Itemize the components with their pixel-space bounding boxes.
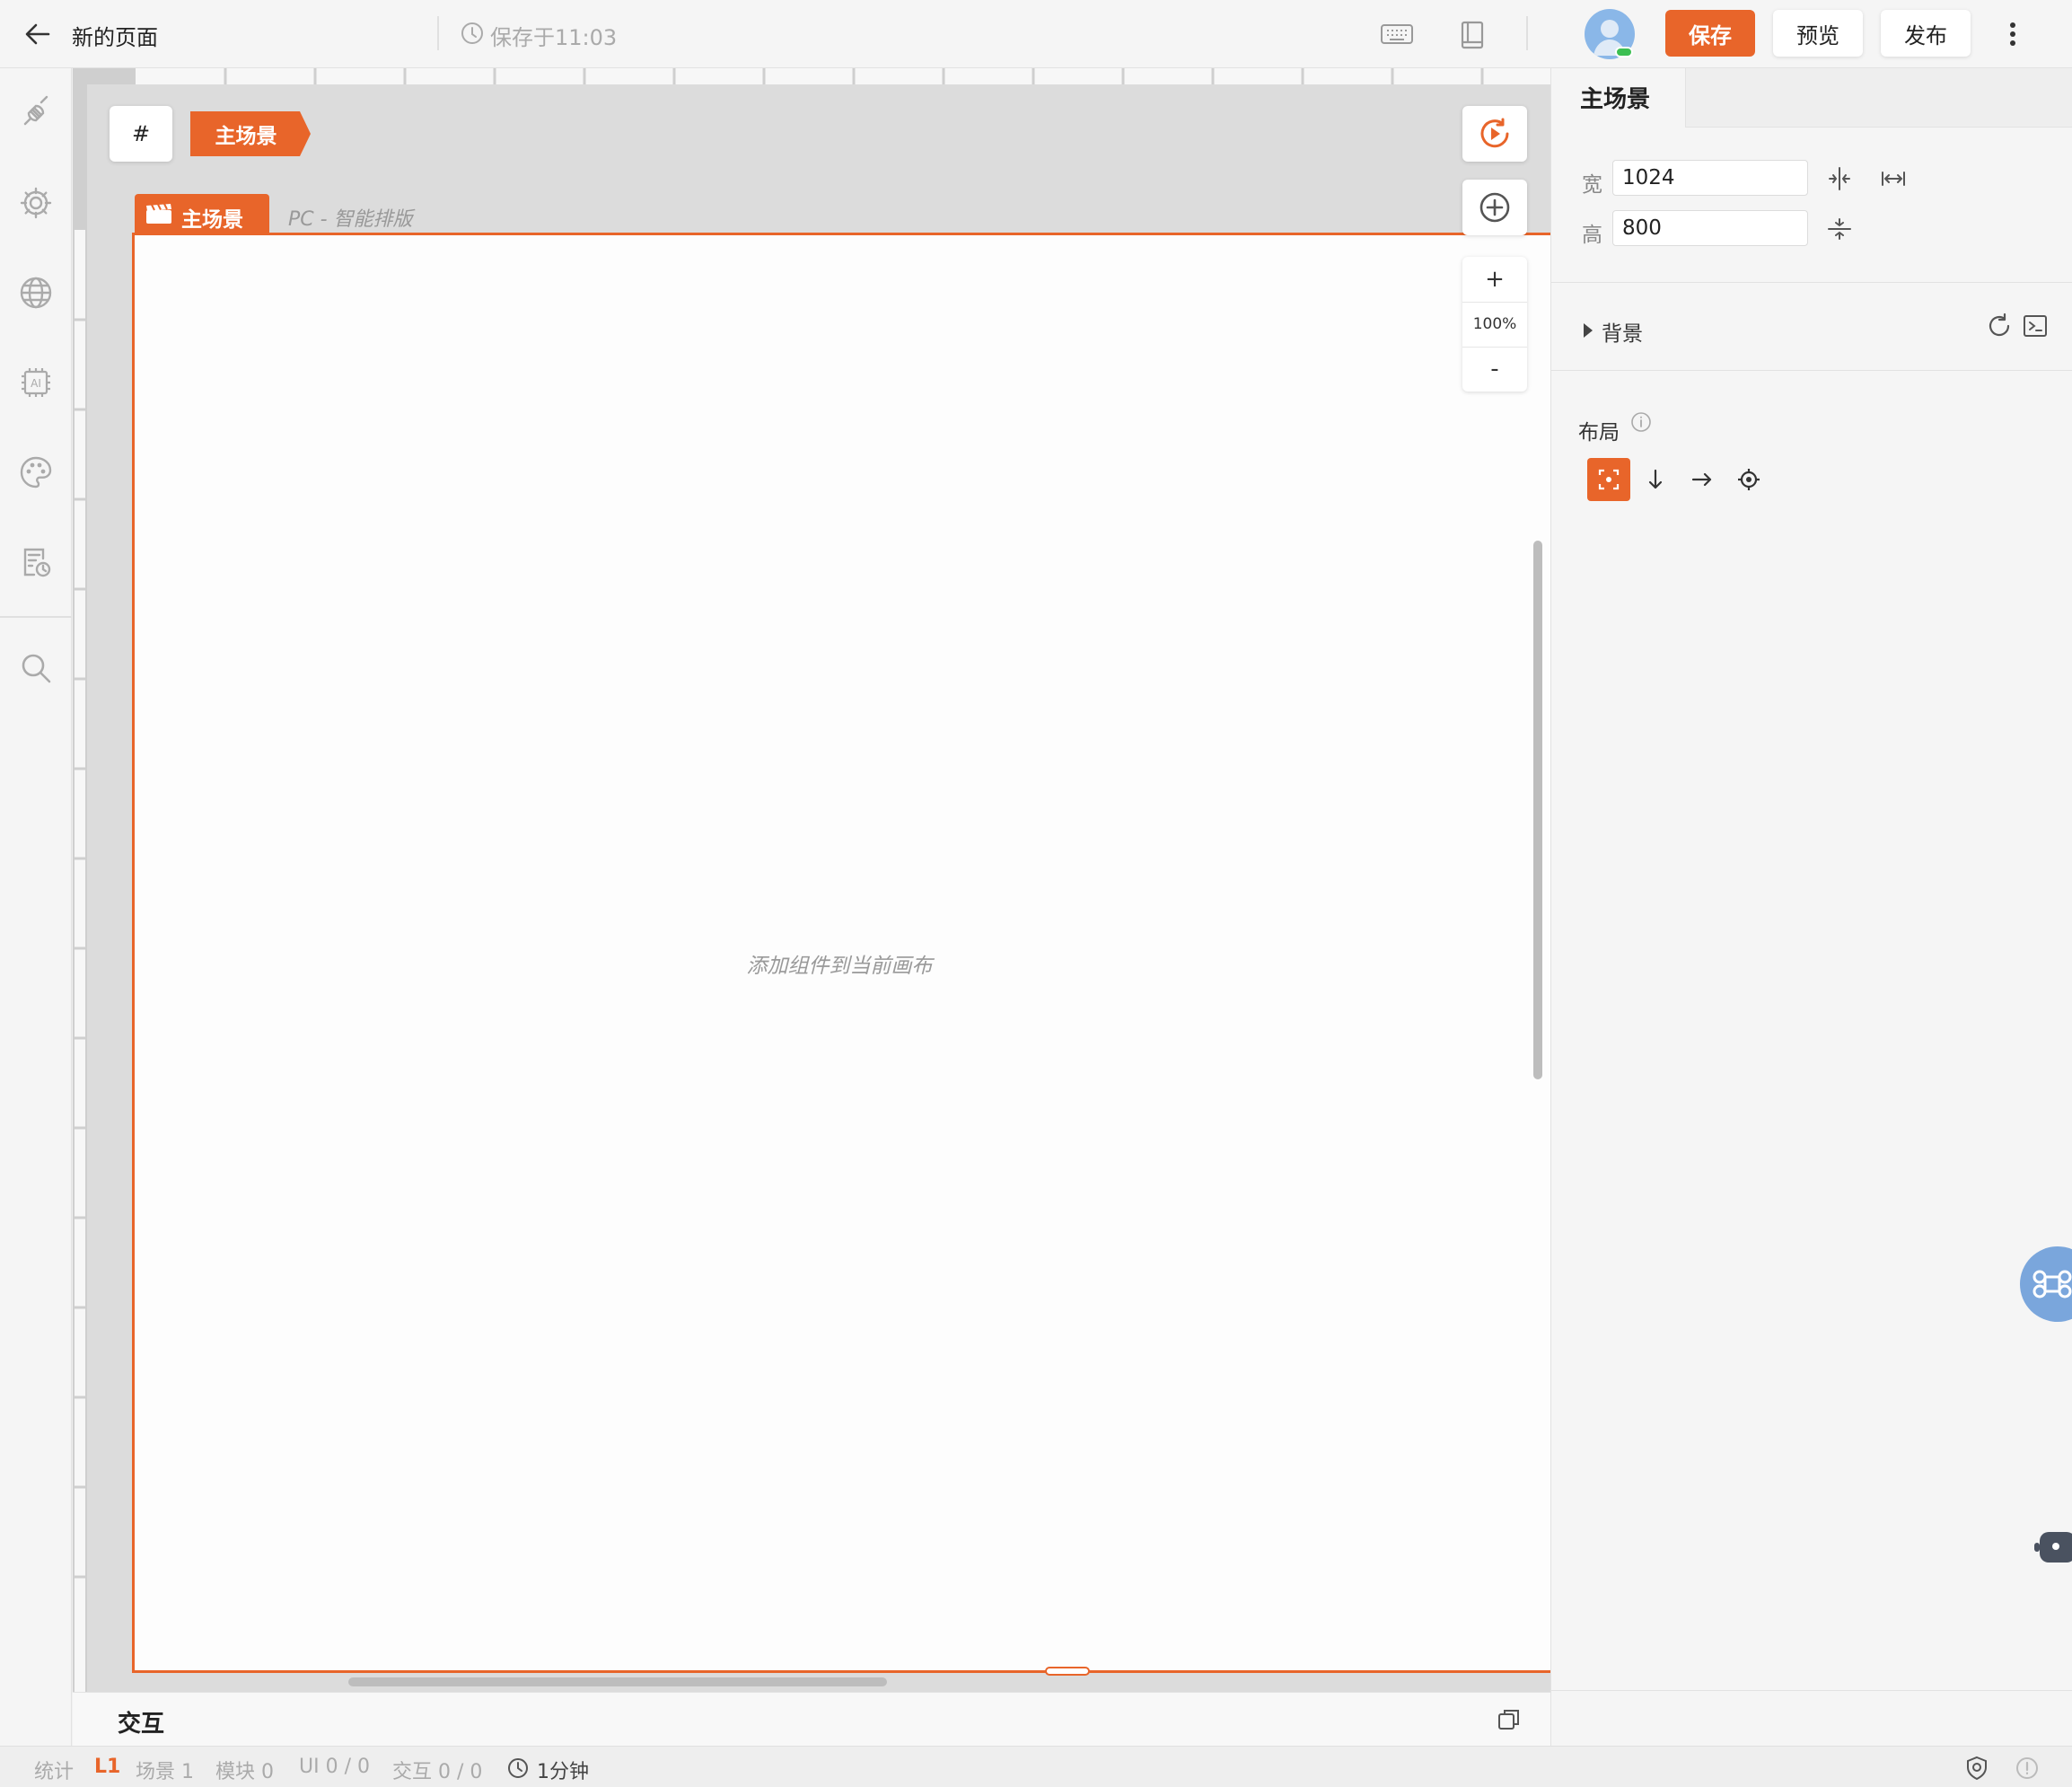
artboard-tag-label: 主场景 [181, 208, 243, 232]
search-icon[interactable] [14, 647, 57, 690]
width-label: 宽 [1582, 173, 1602, 197]
layout-horizontal-icon[interactable] [1681, 458, 1724, 501]
left-toolbar: AI [0, 68, 72, 1746]
shield-icon[interactable] [1964, 1756, 1989, 1781]
svg-text:AI: AI [31, 377, 41, 390]
command-shortcut-icon[interactable] [2020, 1246, 2072, 1322]
scene-breadcrumb[interactable]: 主场景 [190, 111, 312, 156]
document-clock-icon[interactable] [14, 541, 57, 584]
top-bar: 新的页面 保存于11:03 保存 预览 发布 [0, 0, 2072, 68]
alert-icon[interactable] [2015, 1756, 2040, 1781]
level-badge: L1 [94, 1756, 121, 1778]
clock-icon [460, 21, 485, 46]
divider [1526, 16, 1528, 50]
publish-button[interactable]: 发布 [1881, 10, 1971, 57]
save-button[interactable]: 保存 [1665, 10, 1755, 57]
interactions-panel: 交互 [73, 1692, 1550, 1746]
online-status-icon [1615, 47, 1633, 57]
tab-bar-empty [1686, 68, 2072, 128]
zoom-in-button[interactable]: + [1462, 257, 1527, 302]
zoom-control: + 100% - [1462, 257, 1527, 392]
add-circle-icon[interactable] [1462, 180, 1527, 235]
scene-count: 场景 1 [136, 1761, 194, 1783]
stats-label: 统计 [34, 1761, 75, 1783]
ui-count: UI 0 / 0 [299, 1756, 370, 1778]
palette-icon[interactable] [14, 451, 57, 494]
book-icon[interactable] [1453, 16, 1491, 54]
artboard-resize-handle[interactable] [1045, 1667, 1090, 1676]
artboard[interactable]: 添加组件到当前画布 [132, 233, 1550, 1676]
info-icon[interactable] [1630, 411, 1652, 433]
ai-chip-icon[interactable]: AI [14, 361, 57, 404]
gear-icon[interactable] [14, 181, 57, 224]
zoom-level: 100% [1472, 315, 1517, 333]
background-section-toggle[interactable]: 背景 [1582, 313, 1851, 348]
save-status: 保存于11:03 [490, 25, 618, 50]
more-vertical-icon[interactable] [1995, 16, 2031, 52]
status-bar: 统计 L1 场景 1 模块 0 UI 0 / 0 交互 0 / 0 1分钟 [0, 1746, 2072, 1787]
background-label: 背景 [1602, 322, 1643, 346]
artboard-mode: PC - 智能排版 [288, 208, 413, 231]
fit-height-icon[interactable] [1826, 216, 1853, 242]
code-terminal-icon[interactable] [2022, 313, 2049, 339]
clock-icon [507, 1757, 529, 1779]
ruler-left [73, 68, 87, 1692]
stretch-width-icon[interactable] [1880, 165, 1907, 192]
globe-icon[interactable] [14, 271, 57, 314]
height-label: 高 [1582, 224, 1602, 247]
refresh-icon[interactable] [1986, 313, 2013, 339]
arrow-left-icon[interactable] [20, 16, 56, 52]
keyboard-icon[interactable] [1378, 16, 1416, 54]
elapsed-time: 1分钟 [537, 1761, 589, 1783]
vertical-scrollbar[interactable] [1533, 541, 1542, 1079]
divider [437, 16, 439, 50]
divider [1551, 1690, 2072, 1691]
layout-free-icon[interactable] [1587, 458, 1630, 501]
canvas-area[interactable]: # 主场景 主场景 PC - 智能排版 添加组件到当前画布 + 100% - [73, 68, 1550, 1692]
tab-main-scene-label: 主场景 [1580, 86, 1651, 113]
hash-button[interactable]: # [110, 106, 172, 162]
interactions-title: 交互 [118, 1711, 165, 1738]
zoom-out-button[interactable]: - [1462, 347, 1527, 392]
clapperboard-icon [145, 203, 172, 224]
page-title[interactable]: 新的页面 [72, 20, 158, 51]
artboard-tag[interactable]: 主场景 [135, 194, 269, 233]
horizontal-scrollbar[interactable] [348, 1677, 887, 1686]
empty-canvas-hint: 添加组件到当前画布 [746, 955, 933, 978]
width-input[interactable]: 1024 [1612, 160, 1808, 196]
divider [1551, 370, 2072, 371]
tab-main-scene[interactable]: 主场景 [1551, 68, 1686, 128]
robot-assistant-icon[interactable] [2034, 1525, 2072, 1570]
layout-vertical-icon[interactable] [1634, 458, 1677, 501]
ruler-top [73, 68, 1550, 84]
module-count: 模块 0 [215, 1761, 274, 1783]
properties-panel: 主场景 宽 1024 高 800 背景 布局 [1550, 68, 2072, 1746]
restore-window-icon[interactable] [1497, 1707, 1522, 1732]
fit-width-icon[interactable] [1826, 165, 1853, 192]
plugin-icon[interactable] [14, 92, 57, 135]
layout-center-icon[interactable] [1727, 458, 1770, 501]
interaction-count: 交互 0 / 0 [392, 1761, 483, 1783]
divider [1551, 282, 2072, 283]
preview-button[interactable]: 预览 [1773, 10, 1863, 57]
height-input[interactable]: 800 [1612, 210, 1808, 246]
scene-breadcrumb-label: 主场景 [215, 125, 277, 148]
layout-label: 布局 [1578, 421, 1620, 445]
divider [0, 616, 72, 618]
play-scene-icon[interactable] [1462, 106, 1527, 162]
